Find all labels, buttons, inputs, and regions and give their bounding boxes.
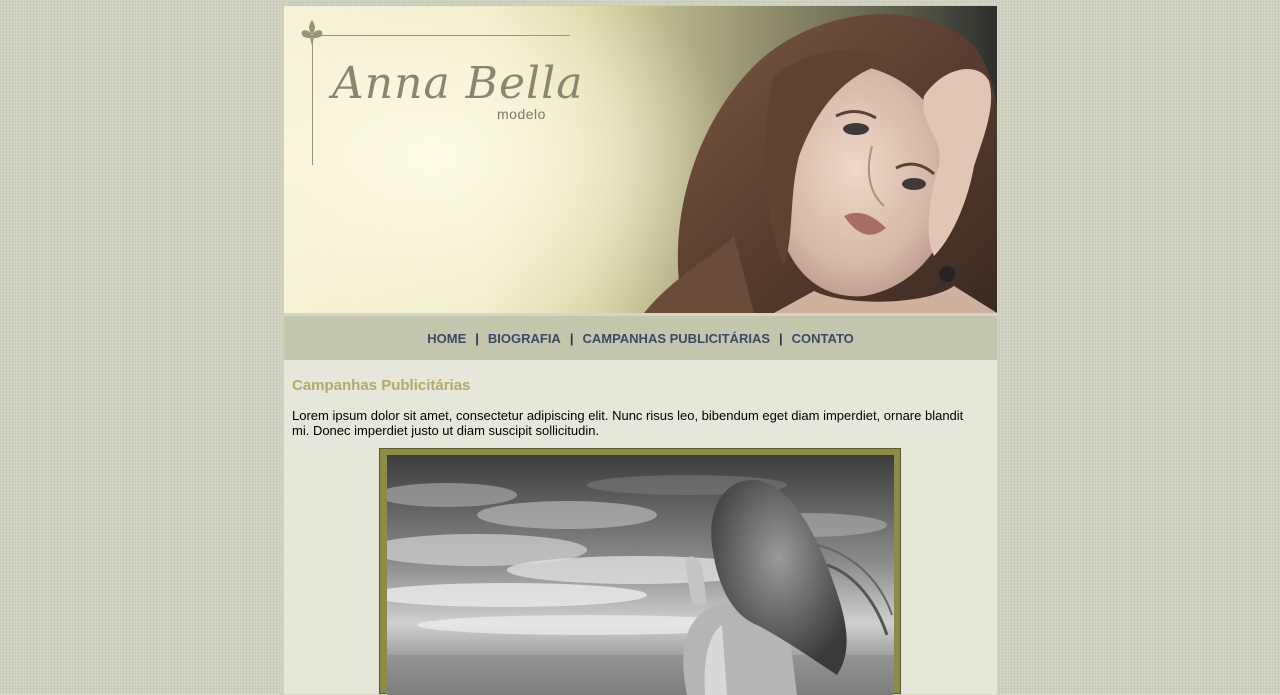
fleur-de-lis-icon xyxy=(301,20,323,46)
intro-paragraph: Lorem ipsum dolor sit amet, consectetur … xyxy=(292,408,964,438)
nav-item-contato[interactable]: CONTATO xyxy=(792,331,854,346)
logo-frame-line xyxy=(308,35,570,36)
page-title: Campanhas Publicitárias xyxy=(292,377,471,394)
nav-item-home[interactable]: HOME xyxy=(427,331,466,346)
logo-subtitle: modelo xyxy=(497,106,546,122)
nav-separator: | xyxy=(779,330,783,346)
main-content: Campanhas Publicitárias Lorem ipsum dolo… xyxy=(284,360,997,438)
logo-frame-line-vertical xyxy=(312,35,313,165)
campaign-photo-image xyxy=(387,455,894,695)
campaign-photo-frame xyxy=(379,448,901,695)
nav-item-campanhas[interactable]: CAMPANHAS PUBLICITÁRIAS xyxy=(582,331,770,346)
logo-name: Anna Bella xyxy=(332,58,584,109)
nav-item-biografia[interactable]: BIOGRAFIA xyxy=(488,331,561,346)
nav-separator: | xyxy=(569,330,574,346)
header-banner: Anna Bella modelo xyxy=(284,6,997,313)
nav-separator: | xyxy=(475,330,479,346)
page-container: Anna Bella modelo HOME | BIOGRAFIA | CAM… xyxy=(284,6,997,695)
model-portrait-image xyxy=(624,6,997,313)
main-nav: HOME | BIOGRAFIA | CAMPANHAS PUBLICITÁRI… xyxy=(284,316,997,360)
